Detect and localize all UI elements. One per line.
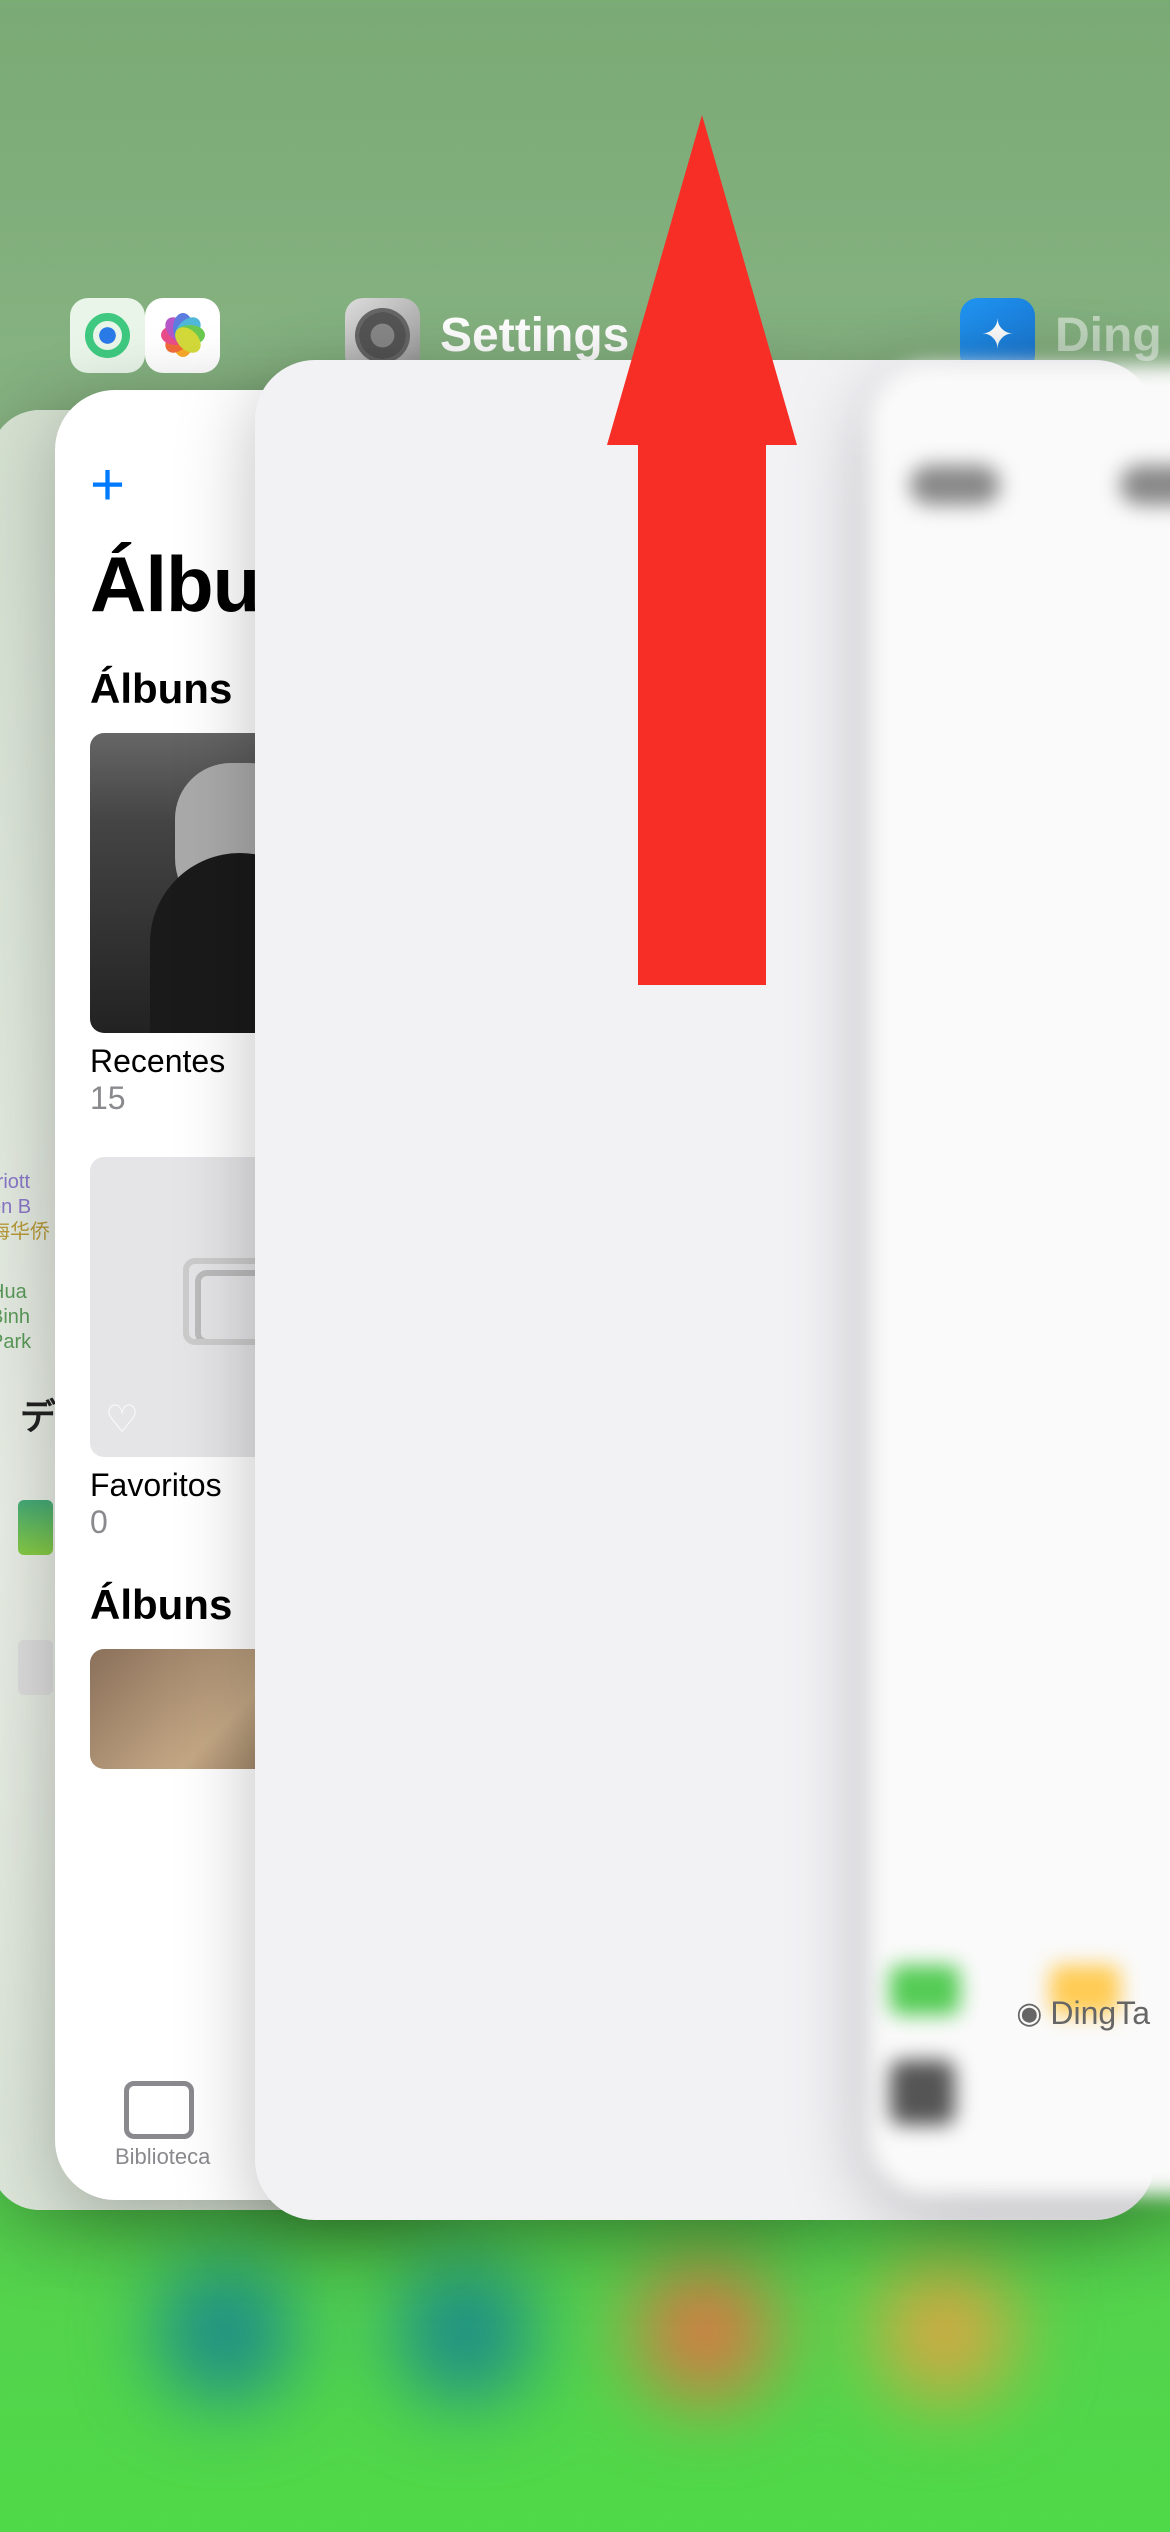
- maps-poi-label: 海华侨: [0, 1220, 50, 1244]
- library-icon: [133, 2090, 193, 2138]
- maps-poi-label: Binh: [0, 1305, 30, 1329]
- dock-app-blur: [635, 2262, 775, 2402]
- dock-app-blur: [395, 2262, 535, 2402]
- heart-icon: ♡: [105, 1397, 139, 1442]
- findmy-icon: [70, 298, 145, 373]
- maps-poi-label: rriott: [0, 1170, 30, 1194]
- maps-poi-label: Hua: [0, 1280, 27, 1304]
- maps-thumbnail: [18, 1500, 53, 1555]
- maps-poi-label: Park: [0, 1330, 31, 1354]
- tab-label: Biblioteca: [115, 2144, 210, 2170]
- maps-poi-label: en B: [0, 1195, 31, 1219]
- dock-blur-background: [0, 2182, 1170, 2482]
- dock-app-blur: [875, 2262, 1015, 2402]
- app-card-dingtalk[interactable]: [870, 365, 1170, 2195]
- shield-icon: ◉: [1016, 1996, 1042, 2031]
- tab-library[interactable]: Biblioteca: [115, 2090, 210, 2170]
- maps-thumbnail: [18, 1640, 53, 1695]
- dingtalk-top-bar: [910, 465, 1170, 535]
- dingtalk-footer-text: DingTa: [1050, 1995, 1150, 2032]
- dingtalk-label: Ding: [1055, 308, 1162, 363]
- photos-icon: [145, 298, 220, 373]
- maps-poi-label: デ: [20, 1395, 56, 1438]
- dock-app-blur: [155, 2262, 295, 2402]
- dingtalk-footer: ◉ DingTa: [1016, 1995, 1150, 2032]
- settings-label: Settings: [440, 308, 629, 363]
- dingtalk-row: [890, 2060, 955, 2125]
